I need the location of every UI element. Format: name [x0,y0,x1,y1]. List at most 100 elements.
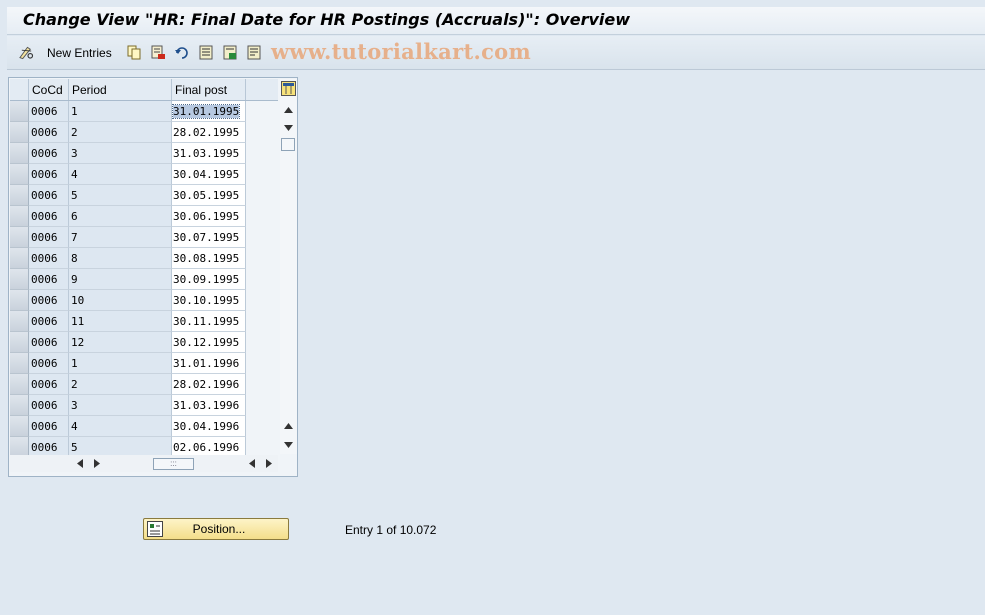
cell-period: 8 [69,248,172,269]
cell-period: 3 [69,143,172,164]
cell-cocd: 0006 [29,290,69,311]
cell-final-post-input[interactable]: 30.07.1995 [172,227,246,248]
horizontal-scrollbar[interactable]: ::: [10,455,278,472]
horizontal-scroll-thumb[interactable]: ::: [153,458,194,470]
cell-final-post-input[interactable]: 31.03.1996 [172,395,246,416]
table-row: 0006 10 30.10.1995 [10,290,278,311]
deselect-all-icon[interactable] [247,45,262,60]
cell-final-post-input[interactable]: 30.04.1996 [172,416,246,437]
table-row: 0006 2 28.02.1996 [10,374,278,395]
delete-icon[interactable] [151,45,166,60]
data-table: CoCd Period Final post 0006 1 31.01.1995 00… [10,79,278,458]
row-selector[interactable] [10,311,29,332]
table-row: 0006 11 30.11.1995 [10,311,278,332]
row-selector[interactable] [10,206,29,227]
position-button-label: Position... [192,522,246,536]
cell-final-post-input[interactable]: 30.05.1995 [172,185,246,206]
scroll-down-icon[interactable] [281,120,296,135]
table-body: 0006 1 31.01.1995 0006 2 28.02.1995 0006 3 31.03… [10,101,278,458]
cell-period: 1 [69,353,172,374]
select-block-icon[interactable] [223,45,238,60]
entry-counter: Entry 1 of 10.072 [345,523,437,537]
table-row: 0006 1 31.01.1996 [10,353,278,374]
cell-cocd: 0006 [29,332,69,353]
row-selector[interactable] [10,374,29,395]
cell-cocd: 0006 [29,143,69,164]
cell-period: 2 [69,374,172,395]
scroll-right-icon[interactable] [89,456,104,471]
position-button[interactable]: Position... [143,518,289,540]
copy-icon[interactable] [127,45,142,60]
cell-final-post-input[interactable]: 30.08.1995 [172,248,246,269]
cell-period: 1 [69,101,172,122]
scroll-left-icon[interactable] [72,456,87,471]
table-row: 0006 6 30.06.1995 [10,206,278,227]
watermark-text: www.tutorialkart.com [271,39,531,64]
row-selector[interactable] [10,227,29,248]
cell-cocd: 0006 [29,227,69,248]
cell-final-post-input[interactable]: 31.01.1995 [171,101,246,122]
final-post-value: 30.04.1995 [173,168,240,181]
cell-final-post-input[interactable]: 30.06.1995 [172,206,246,227]
undo-icon[interactable] [174,45,189,60]
row-selector[interactable] [10,143,29,164]
row-selector[interactable] [10,185,29,206]
cell-period: 10 [69,290,172,311]
cell-cocd: 0006 [29,374,69,395]
final-post-value: 31.01.1995 [171,104,241,119]
cell-final-post-input[interactable]: 31.01.1996 [172,353,246,374]
cell-period: 5 [69,185,172,206]
new-entries-button[interactable]: New Entries [47,46,112,60]
row-selector[interactable] [10,353,29,374]
scroll-left-end-icon[interactable] [244,456,259,471]
row-selector[interactable] [10,248,29,269]
cell-period: 12 [69,332,172,353]
scroll-page-up-icon[interactable] [281,418,296,433]
final-post-value: 30.05.1995 [173,189,240,202]
cell-final-post-input[interactable]: 31.03.1995 [172,143,246,164]
cell-final-post-input[interactable]: 30.11.1995 [172,311,246,332]
final-post-value: 28.02.1996 [173,378,240,391]
row-selector[interactable] [10,290,29,311]
cell-final-post-input[interactable]: 30.10.1995 [172,290,246,311]
scroll-up-icon[interactable] [281,102,296,117]
cell-final-post-input[interactable]: 28.02.1996 [172,374,246,395]
row-selector[interactable] [10,395,29,416]
row-selector[interactable] [10,101,29,122]
cell-final-post-input[interactable]: 30.09.1995 [172,269,246,290]
cell-period: 2 [69,122,172,143]
cell-cocd: 0006 [29,353,69,374]
column-header-period[interactable]: Period [69,79,172,100]
table-row: 0006 12 30.12.1995 [10,332,278,353]
cell-period: 3 [69,395,172,416]
cell-period: 7 [69,227,172,248]
select-all-rows-cell[interactable] [10,79,29,100]
row-selector[interactable] [10,416,29,437]
column-header-cocd[interactable]: CoCd [29,79,69,100]
row-selector[interactable] [10,269,29,290]
main-content: CoCd Period Final post 0006 1 31.01.1995 00… [7,71,985,615]
column-header-final-post[interactable]: Final post [172,79,246,100]
cell-final-post-input[interactable]: 30.12.1995 [172,332,246,353]
final-post-value: 30.10.1995 [173,294,240,307]
row-selector[interactable] [10,332,29,353]
row-selector[interactable] [10,122,29,143]
table-row: 0006 9 30.09.1995 [10,269,278,290]
final-post-value: 30.12.1995 [173,336,240,349]
edit-glasses-icon[interactable] [19,45,34,60]
table-header: CoCd Period Final post [10,79,278,101]
cell-period: 9 [69,269,172,290]
final-post-value: 30.08.1995 [173,252,240,265]
vertical-scroll-thumb[interactable] [281,138,295,151]
table-row: 0006 8 30.08.1995 [10,248,278,269]
row-selector[interactable] [10,164,29,185]
cell-cocd: 0006 [29,248,69,269]
scroll-right-end-icon[interactable] [261,456,276,471]
vertical-scrollbar[interactable] [280,79,297,454]
cell-final-post-input[interactable]: 28.02.1995 [172,122,246,143]
scroll-page-down-icon[interactable] [281,437,296,452]
select-all-icon[interactable] [199,45,214,60]
cell-final-post-input[interactable]: 30.04.1995 [172,164,246,185]
cell-cocd: 0006 [29,122,69,143]
table-settings-icon[interactable] [281,81,296,96]
